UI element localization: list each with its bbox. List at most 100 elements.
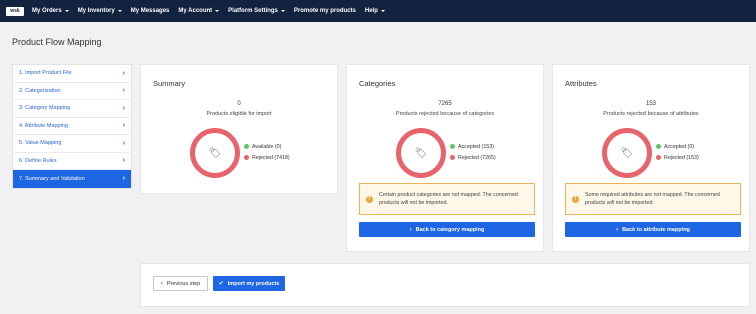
warning-text: Certain product categories are not mappe… <box>379 191 518 208</box>
red-dot-icon <box>244 155 249 160</box>
chevron-left-icon: ‹ <box>160 280 163 287</box>
step-categorization[interactable]: 2. Categorization › <box>13 83 131 100</box>
attributes-rejected-label: Products rejected because of attributes <box>603 111 699 117</box>
nav-label: Help <box>364 8 378 14</box>
chevron-right-icon: › <box>122 175 125 183</box>
caret-down-icon <box>215 10 220 12</box>
legend-label: Rejected (7418) <box>252 154 290 161</box>
step-summary-validation[interactable]: 7. Summary and Validation › <box>13 170 131 188</box>
nav-promote-products[interactable]: Promote my products <box>294 8 356 14</box>
categories-card: Categories 7265 Products rejected becaus… <box>346 64 544 252</box>
brand-logo[interactable]: wsk <box>6 6 24 16</box>
step-import-product-file[interactable]: 1. Import Product File › <box>13 65 131 83</box>
red-dot-icon <box>450 155 455 160</box>
legend-label: Available (0) <box>252 143 282 150</box>
step-label: 1. Import Product File <box>19 70 72 77</box>
summary-title: Summary <box>153 79 186 88</box>
step-attribute-mapping[interactable]: 4. Attribute Mapping › <box>13 118 131 135</box>
categories-rejected-label: Products rejected because of categories <box>395 111 495 117</box>
step-value-mapping[interactable]: 5. Value Mapping › <box>13 135 131 153</box>
price-tag-icon: 🏷 <box>414 147 428 159</box>
checkmark-icon: ✔ <box>218 281 224 287</box>
step-label: 2. Categorization <box>19 87 61 94</box>
nav-my-account[interactable]: My Account <box>178 8 220 14</box>
legend-item-available: Available (0) <box>244 141 290 152</box>
green-dot-icon <box>244 144 249 149</box>
step-define-rules[interactable]: 6. Define Rules › <box>13 153 131 170</box>
caret-down-icon <box>117 10 122 12</box>
green-dot-icon <box>450 144 455 149</box>
summary-card: Summary 0 Products eligible for import 🏷… <box>140 64 338 194</box>
eligible-label: Products eligible for import <box>206 111 272 117</box>
summary-legend: Available (0) Rejected (7418) <box>244 141 290 163</box>
step-category-mapping[interactable]: 3. Category Mapping › <box>13 100 131 118</box>
chevron-left-icon: ‹ <box>409 226 412 233</box>
legend-item-rejected: Rejected (153) <box>656 152 699 163</box>
nav-my-messages[interactable]: My Messages <box>131 8 170 14</box>
nav-menu: My Orders My Inventory My Messages My Ac… <box>32 8 394 14</box>
legend-item-accepted: Accepted (153) <box>450 141 496 152</box>
warning-icon: ! <box>366 195 373 203</box>
summary-donut-chart: 🏷 <box>190 128 240 178</box>
back-to-category-mapping-button[interactable]: ‹ Back to category mapping <box>359 222 535 237</box>
warning-line: Certain product categories are not mappe… <box>379 191 518 198</box>
categories-legend: Accepted (153) Rejected (7265) <box>450 141 496 163</box>
nav-label: My Inventory <box>77 8 115 14</box>
step-label: 3. Category Mapping <box>19 105 71 112</box>
categories-rejected-count: 7265 <box>438 101 452 107</box>
legend-label: Accepted (0) <box>664 143 695 150</box>
warning-icon: ! <box>572 195 579 203</box>
chevron-right-icon: › <box>122 122 125 130</box>
attributes-rejected-count: 153 <box>645 101 656 107</box>
step-label: 4. Attribute Mapping <box>19 122 68 129</box>
nav-label: Promote my products <box>293 8 356 14</box>
steps-sidebar: 1. Import Product File › 2. Categorizatio… <box>12 64 132 189</box>
nav-label: My Orders <box>32 8 62 14</box>
previous-step-button[interactable]: ‹ Previous step <box>153 276 208 291</box>
chevron-right-icon: › <box>122 87 125 95</box>
chevron-right-icon: › <box>122 104 125 112</box>
warning-line: Some required attributes are not mapped.… <box>585 191 720 198</box>
nav-label: My Account <box>178 8 213 14</box>
nav-label: Platform Settings <box>228 8 278 14</box>
nav-my-inventory[interactable]: My Inventory <box>78 8 122 14</box>
step-label: 5. Value Mapping <box>19 140 62 147</box>
button-label: Back to category mapping <box>415 226 485 233</box>
button-label: Back to attribute mapping <box>622 226 690 233</box>
warning-line: products will not be imported. <box>585 200 654 206</box>
back-to-attribute-mapping-button[interactable]: ‹ Back to attribute mapping <box>565 222 741 237</box>
attributes-warning: ! Some required attributes are not mappe… <box>565 183 741 215</box>
button-label: Import my products <box>227 280 280 287</box>
warning-line: products will not be imported. <box>379 200 448 206</box>
chevron-right-icon: › <box>122 157 125 165</box>
price-tag-icon: 🏷 <box>620 147 634 159</box>
nav-label: My Messages <box>130 8 170 14</box>
caret-down-icon <box>380 10 385 12</box>
categories-donut-chart: 🏷 <box>396 128 446 178</box>
chevron-left-icon: ‹ <box>616 226 619 233</box>
eligible-count: 0 <box>237 101 241 107</box>
step-label: 7. Summary and Validation <box>19 175 85 182</box>
legend-label: Rejected (153) <box>664 154 699 161</box>
warning-text: Some required attributes are not mapped.… <box>585 191 720 208</box>
legend-label: Rejected (7265) <box>458 154 496 161</box>
legend-item-accepted: Accepted (0) <box>656 141 699 152</box>
legend-item-rejected: Rejected (7265) <box>450 152 496 163</box>
red-dot-icon <box>656 155 661 160</box>
nav-help[interactable]: Help <box>365 8 385 14</box>
nav-my-orders[interactable]: My Orders <box>32 8 69 14</box>
actions-bar: ‹ Previous step ✔ Import my products <box>140 263 750 307</box>
nav-platform-settings[interactable]: Platform Settings <box>228 8 285 14</box>
green-dot-icon <box>656 144 661 149</box>
legend-label: Accepted (153) <box>458 143 494 150</box>
button-label: Previous step <box>166 280 201 287</box>
price-tag-icon: 🏷 <box>208 147 222 159</box>
attributes-legend: Accepted (0) Rejected (153) <box>656 141 699 163</box>
chevron-right-icon: › <box>122 139 125 147</box>
page-title: Product Flow Mapping <box>12 37 102 47</box>
legend-item-rejected: Rejected (7418) <box>244 152 290 163</box>
import-products-button[interactable]: ✔ Import my products <box>213 276 285 291</box>
top-navbar: wsk My Orders My Inventory My Messages M… <box>0 0 756 22</box>
attributes-card: Attributes 153 Products rejected because… <box>552 64 750 252</box>
categories-warning: ! Certain product categories are not map… <box>359 183 535 215</box>
